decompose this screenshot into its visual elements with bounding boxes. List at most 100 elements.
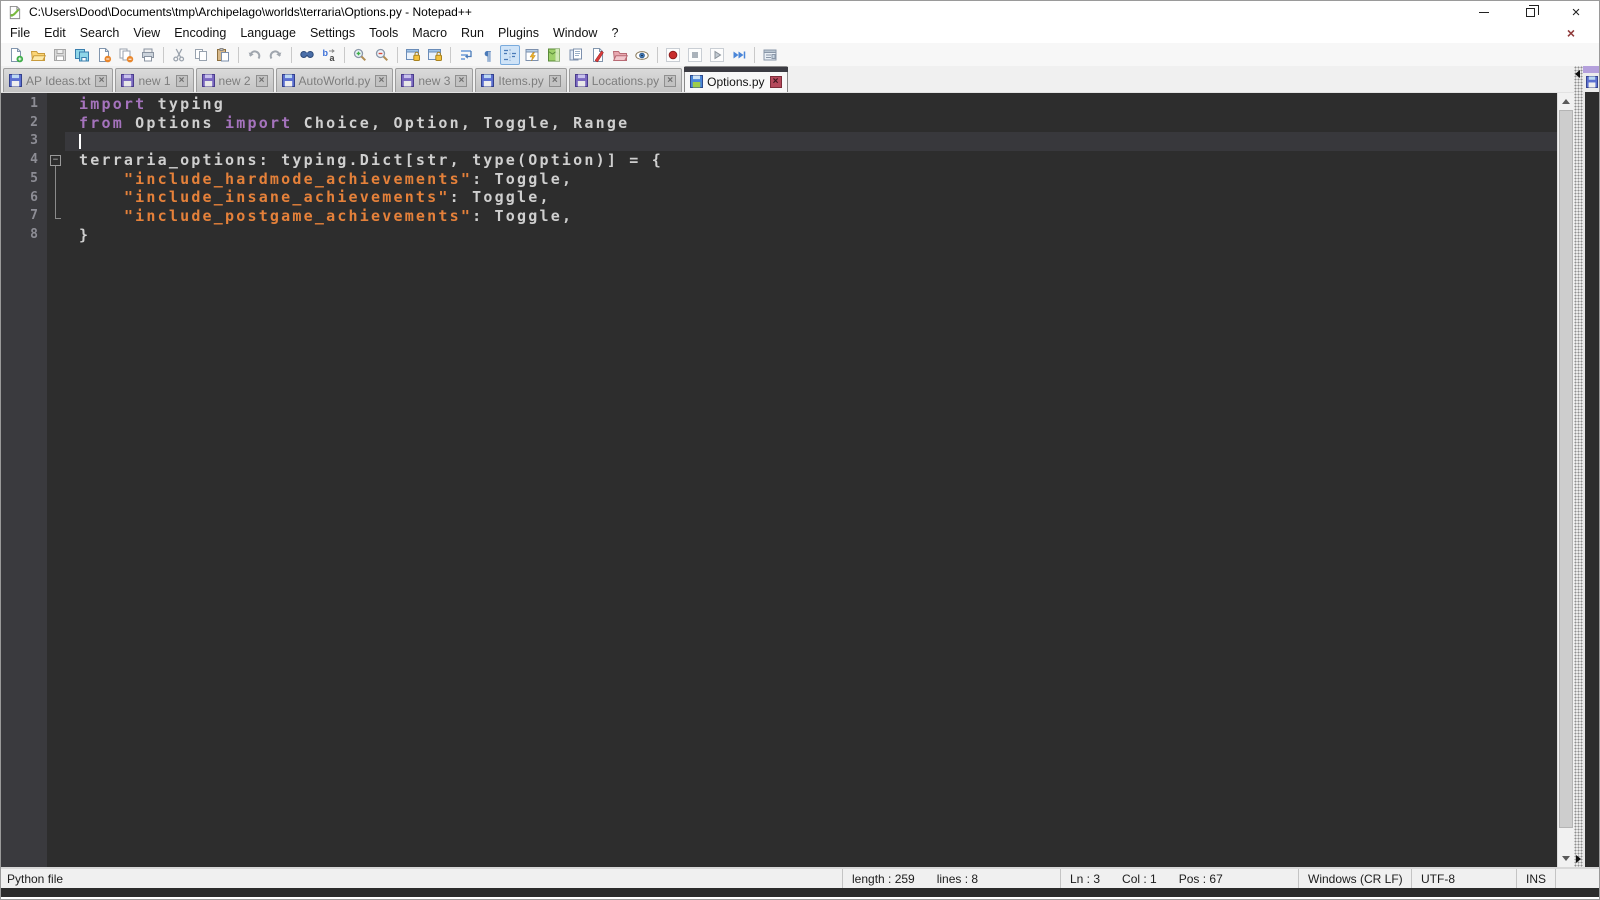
- settings-panel-button[interactable]: [760, 45, 780, 65]
- menu-item-file[interactable]: File: [1, 23, 37, 43]
- function-list-button[interactable]: [522, 45, 542, 65]
- tab-options.py[interactable]: Options.py ×: [684, 66, 788, 92]
- tab-close-icon[interactable]: ×: [175, 74, 188, 87]
- code-line-6[interactable]: "include_insane_achievements": Toggle,: [65, 188, 1557, 207]
- restore-icon[interactable]: [1507, 1, 1553, 23]
- code-line-4[interactable]: terraria_options: typing.Dict[str, type(…: [65, 151, 1557, 170]
- tab-close-icon[interactable]: ×: [664, 74, 677, 87]
- paste-button[interactable]: [213, 45, 233, 65]
- indent-guide-button[interactable]: [500, 44, 520, 65]
- scrollbar-thumb[interactable]: [1559, 110, 1573, 828]
- menu-item-settings[interactable]: Settings: [303, 23, 362, 43]
- find-button[interactable]: [297, 45, 317, 65]
- tab-close-icon[interactable]: ×: [95, 74, 108, 87]
- code-line-8[interactable]: }: [65, 226, 1557, 245]
- undo-button[interactable]: [244, 45, 264, 65]
- tab-close-icon[interactable]: ×: [455, 74, 468, 87]
- vertical-scrollbar[interactable]: [1557, 93, 1574, 867]
- status-spacer: [1555, 869, 1599, 888]
- code-line-2[interactable]: from Options import Choice, Option, Togg…: [65, 114, 1557, 133]
- menu-item-macro[interactable]: Macro: [405, 23, 454, 43]
- save-file-button[interactable]: [50, 45, 70, 65]
- code-line-7[interactable]: "include_postgame_achievements": Toggle,: [65, 207, 1557, 226]
- tab-new-1[interactable]: new 1 ×: [115, 68, 194, 92]
- macro-run-multiple-icon: [733, 51, 746, 58]
- code-area[interactable]: import typing from Options import Choice,…: [65, 93, 1557, 867]
- line-number-gutter: 1 2 3 4 5 6 7 8: [1, 93, 47, 867]
- document-list-button[interactable]: [566, 45, 586, 65]
- scrollbar-track[interactable]: [1558, 110, 1574, 850]
- tab-locations.py[interactable]: Locations.py ×: [568, 68, 683, 92]
- sync-horizontal-scroll-button[interactable]: [425, 45, 445, 65]
- copy-button[interactable]: [191, 45, 211, 65]
- tab-items.py[interactable]: Items.py ×: [475, 68, 567, 92]
- open-file-icon: [30, 50, 46, 61]
- splitter-collapse-right-icon[interactable]: [1576, 855, 1581, 863]
- minimize-icon[interactable]: [1461, 1, 1507, 23]
- tab-new-3[interactable]: new 3 ×: [395, 68, 474, 92]
- code-line-5[interactable]: "include_hardmode_achievements": Toggle,: [65, 170, 1557, 189]
- view-splitter[interactable]: [1574, 66, 1583, 867]
- close-all-button[interactable]: [116, 45, 136, 65]
- project-panel-button[interactable]: [610, 45, 630, 65]
- code-line-3[interactable]: [65, 132, 1557, 152]
- view-file-button[interactable]: [632, 45, 652, 65]
- menu-item-run[interactable]: Run: [454, 23, 491, 43]
- status-eol-format[interactable]: Windows (CR LF): [1298, 869, 1411, 888]
- open-file-button[interactable]: [28, 45, 48, 65]
- paste-icon: [217, 47, 229, 61]
- macro-stop-button[interactable]: [685, 45, 705, 65]
- print-button[interactable]: [138, 45, 158, 65]
- code-line-1[interactable]: import typing: [65, 95, 1557, 114]
- eol-label: Windows (CR LF): [1308, 871, 1403, 886]
- macro-run-multiple-button[interactable]: [729, 45, 749, 65]
- macro-record-button[interactable]: [663, 45, 683, 65]
- cut-button[interactable]: [169, 45, 189, 65]
- copy-icon: [195, 48, 207, 61]
- redo-icon: [269, 49, 282, 59]
- sync-vertical-scroll-button[interactable]: [403, 45, 423, 65]
- line-number: 5: [30, 170, 38, 186]
- close-file-button[interactable]: [94, 45, 114, 65]
- tab-new-2[interactable]: new 2 ×: [195, 68, 274, 92]
- zoom-out-button[interactable]: [372, 45, 392, 65]
- scroll-up-icon[interactable]: [1558, 93, 1574, 110]
- redo-button[interactable]: [266, 45, 286, 65]
- menu-item-view[interactable]: View: [126, 23, 167, 43]
- new-file-button[interactable]: [6, 45, 26, 65]
- settings-panel-icon: [763, 49, 777, 60]
- menu-item-language[interactable]: Language: [233, 23, 303, 43]
- scroll-down-icon[interactable]: [1558, 850, 1574, 867]
- menu-item-encoding[interactable]: Encoding: [167, 23, 233, 43]
- status-insert-mode[interactable]: INS: [1516, 869, 1555, 888]
- fold-collapse-icon[interactable]: −: [47, 151, 65, 170]
- menu-item-plugins[interactable]: Plugins: [491, 23, 546, 43]
- close-document-icon[interactable]: ×: [1567, 23, 1575, 43]
- save-all-button[interactable]: [72, 45, 92, 65]
- new-file-icon: [11, 47, 24, 62]
- document-map-button[interactable]: [544, 45, 564, 65]
- word-wrap-button[interactable]: [456, 45, 476, 65]
- status-encoding[interactable]: UTF-8: [1411, 869, 1516, 888]
- code-editor[interactable]: 12345678 − import typing from Options imp…: [1, 93, 1557, 867]
- replace-button[interactable]: ba: [319, 45, 339, 65]
- zoom-in-button[interactable]: [350, 45, 370, 65]
- menu-item-help[interactable]: ?: [604, 23, 625, 43]
- tab-ap-ideas.txt[interactable]: AP Ideas.txt ×: [3, 68, 114, 92]
- close-icon[interactable]: ×: [1553, 1, 1599, 23]
- splitter-collapse-left-icon[interactable]: [1575, 70, 1580, 78]
- tab-close-icon[interactable]: ×: [375, 74, 388, 87]
- show-all-characters-button[interactable]: ¶: [478, 45, 498, 65]
- menu-item-edit[interactable]: Edit: [37, 23, 73, 43]
- tab-autoworld.py[interactable]: AutoWorld.py ×: [275, 68, 394, 92]
- macro-stop-icon: [688, 47, 702, 62]
- menu-item-search[interactable]: Search: [73, 23, 127, 43]
- macro-play-button[interactable]: [707, 45, 727, 65]
- tab-close-icon[interactable]: ×: [255, 74, 268, 87]
- second-view-tab[interactable]: [1583, 73, 1599, 92]
- tab-close-icon[interactable]: ×: [548, 74, 561, 87]
- menu-item-window[interactable]: Window: [546, 23, 604, 43]
- menu-item-tools[interactable]: Tools: [362, 23, 405, 43]
- tab-close-icon[interactable]: ×: [769, 75, 782, 88]
- monitoring-button[interactable]: [588, 45, 608, 65]
